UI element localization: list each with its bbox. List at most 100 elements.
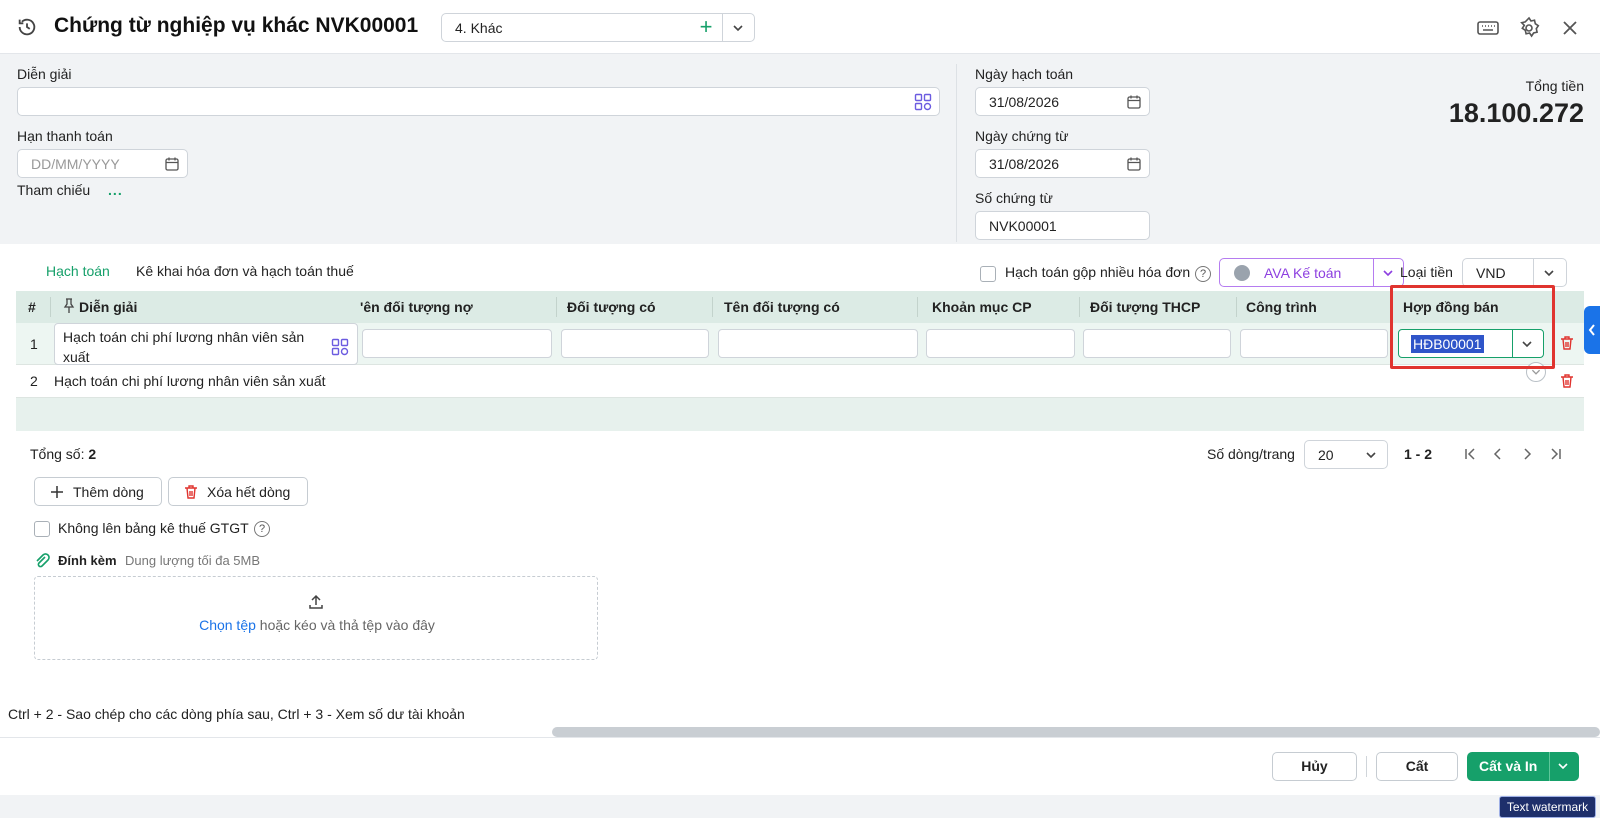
col-credit-object: Đối tượng có xyxy=(567,299,656,315)
ai-suggest-icon[interactable] xyxy=(331,338,349,356)
tab-invoice-tax[interactable]: Kê khai hóa đơn và hạch toán thuế xyxy=(136,263,354,279)
divider xyxy=(1373,259,1374,286)
help-icon[interactable]: ? xyxy=(254,521,270,537)
total-value: 18.100.272 xyxy=(1448,98,1584,128)
shortcut-hint: Ctrl + 2 - Sao chép cho các dòng phía sa… xyxy=(8,706,465,722)
table-row[interactable]: 2 Hạch toán chi phí lương nhân viên sản … xyxy=(16,365,1584,398)
voucher-window: Chứng từ nghiệp vụ khác NVK00001 4. Khác… xyxy=(0,0,1600,795)
divider xyxy=(722,14,723,41)
row-index: 1 xyxy=(30,336,38,352)
chevron-down-icon[interactable] xyxy=(730,20,746,36)
file-dropzone[interactable]: Chọn tệp hoặc kéo và thả tệp vào đây xyxy=(34,576,598,660)
reference-label: Tham chiếu ... xyxy=(17,182,123,198)
chevron-down-icon[interactable] xyxy=(1519,336,1535,352)
delete-all-rows-button[interactable]: Xóa hết dòng xyxy=(168,477,308,506)
side-panel-toggle[interactable] xyxy=(1584,306,1600,354)
watermark-label: Text watermark xyxy=(1499,796,1596,818)
rows-per-page-value: 20 xyxy=(1318,447,1334,463)
voucher-type-value: 4. Khác xyxy=(455,20,503,36)
currency-select[interactable]: VND xyxy=(1462,258,1567,287)
row-description-value: Hạch toán chi phí lương nhân viên sản xu… xyxy=(63,329,305,365)
ava-label: AVA Kế toán xyxy=(1264,265,1342,281)
row-index: 2 xyxy=(30,373,38,389)
paperclip-icon xyxy=(34,553,50,569)
calendar-icon[interactable] xyxy=(1126,156,1142,172)
first-page-icon[interactable] xyxy=(1462,446,1478,462)
project-input[interactable] xyxy=(1240,329,1388,358)
reference-label-text: Tham chiếu xyxy=(17,182,91,198)
tab-hach-toan[interactable]: Hạch toán xyxy=(46,263,110,279)
save-print-button[interactable]: Cất và In xyxy=(1467,752,1579,781)
ava-logo-icon xyxy=(1234,265,1250,281)
credit-object-input[interactable] xyxy=(561,329,709,358)
divider xyxy=(556,297,557,317)
close-icon[interactable] xyxy=(1558,16,1582,40)
reference-more-button[interactable]: ... xyxy=(108,182,123,198)
cancel-button[interactable]: Hủy xyxy=(1272,752,1357,781)
row-description-input[interactable]: Hạch toán chi phí lương nhân viên sản xu… xyxy=(54,323,358,365)
prev-page-icon[interactable] xyxy=(1490,446,1506,462)
next-page-icon[interactable] xyxy=(1519,446,1535,462)
table-row[interactable]: 1 Hạch toán chi phí lương nhân viên sản … xyxy=(16,323,1584,365)
delete-row-icon[interactable] xyxy=(1559,335,1575,351)
ava-accounting-button[interactable]: AVA Kế toán xyxy=(1219,258,1404,287)
no-vat-checkbox[interactable] xyxy=(34,521,50,537)
chevron-down-icon[interactable] xyxy=(1541,265,1557,281)
chevron-down-icon[interactable] xyxy=(1363,447,1379,463)
keyboard-icon[interactable] xyxy=(1476,16,1500,40)
credit-name-input[interactable] xyxy=(718,329,918,358)
col-expense-item: Khoản mục CP xyxy=(932,299,1032,315)
divider xyxy=(956,64,957,242)
grid-header: # Diễn giải 'ên đối tượng nợ Đối tượng c… xyxy=(16,291,1584,323)
attach-limit: Dung lượng tối đa 5MB xyxy=(125,553,261,568)
voucher-date-value: 31/08/2026 xyxy=(989,156,1060,172)
save-button[interactable]: Cất xyxy=(1376,752,1458,781)
no-vat-label: Không lên bảng kê thuế GTGT xyxy=(58,520,249,536)
expense-item-input[interactable] xyxy=(926,329,1075,358)
drop-hint: hoặc kéo và thả tệp vào đây xyxy=(255,617,435,633)
sales-contract-select[interactable]: HĐB00001 xyxy=(1398,329,1544,358)
col-index: # xyxy=(28,299,36,315)
cost-object-input[interactable] xyxy=(1083,329,1231,358)
currency-label: Loại tiền xyxy=(1400,264,1453,280)
horizontal-scrollbar[interactable] xyxy=(552,727,1600,737)
chevron-down-icon[interactable] xyxy=(1380,265,1396,281)
header: Chứng từ nghiệp vụ khác NVK00001 4. Khác… xyxy=(0,0,1600,54)
row-description-value: Hạch toán chi phí lương nhân viên sản xu… xyxy=(54,373,326,389)
gear-icon[interactable] xyxy=(1517,16,1541,40)
merge-invoices-checkbox[interactable] xyxy=(980,266,996,282)
posting-date-value: 31/08/2026 xyxy=(989,94,1060,110)
add-type-icon[interactable]: + xyxy=(695,16,717,39)
divider xyxy=(1236,297,1237,317)
debit-name-input[interactable] xyxy=(362,329,552,358)
calendar-icon[interactable] xyxy=(1126,94,1142,110)
total-rows-label: Tổng số: xyxy=(30,446,85,462)
add-row-button[interactable]: Thêm dòng xyxy=(34,477,162,506)
last-page-icon[interactable] xyxy=(1548,446,1564,462)
divider xyxy=(1392,297,1393,317)
delete-row-icon[interactable] xyxy=(1559,373,1575,389)
chevron-down-icon[interactable] xyxy=(1555,758,1571,774)
posting-date-label: Ngày hạch toán xyxy=(975,66,1074,82)
voucher-no-input[interactable]: NVK00001 xyxy=(975,211,1150,240)
choose-file-link[interactable]: Chọn tệp xyxy=(199,617,256,633)
empty-row xyxy=(16,398,1584,431)
voucher-date-input[interactable]: 31/08/2026 xyxy=(975,149,1150,178)
dropzone-text: Chọn tệp hoặc kéo và thả tệp vào đây xyxy=(35,617,599,633)
due-date-input[interactable]: DD/MM/YYYY xyxy=(17,149,188,178)
pin-icon[interactable] xyxy=(63,298,75,314)
rows-per-page-select[interactable]: 20 xyxy=(1304,440,1388,469)
calendar-icon[interactable] xyxy=(164,156,180,172)
posting-date-input[interactable]: 31/08/2026 xyxy=(975,87,1150,116)
ai-suggest-icon[interactable] xyxy=(914,93,932,111)
history-icon[interactable] xyxy=(16,16,38,38)
voucher-type-select[interactable]: 4. Khác + xyxy=(441,13,755,42)
help-icon[interactable]: ? xyxy=(1195,266,1211,282)
scroll-down-icon[interactable] xyxy=(1526,362,1546,382)
col-debit-name: 'ên đối tượng nợ xyxy=(360,299,473,315)
trash-icon xyxy=(183,484,199,500)
divider xyxy=(917,297,918,317)
col-description: Diễn giải xyxy=(79,299,138,315)
add-row-label: Thêm dòng xyxy=(73,484,144,500)
description-input[interactable] xyxy=(17,87,940,116)
